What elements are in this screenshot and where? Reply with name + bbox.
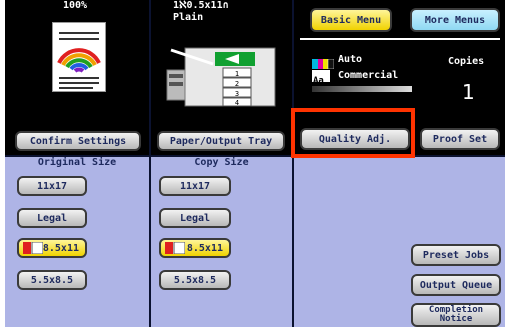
letter-paper-icon [23, 241, 44, 255]
original-size-11x17-button[interactable]: 11x17 [17, 176, 87, 196]
copy-size-legal-button[interactable]: Legal [159, 208, 231, 228]
output-queue-button[interactable]: Output Queue [411, 274, 501, 296]
original-size-legal-button[interactable]: Legal [17, 208, 87, 228]
color-mode-icon [312, 54, 335, 70]
highlight-box [291, 108, 415, 158]
paper-output-tray-button[interactable]: Paper/Output Tray [157, 131, 285, 151]
density-bar [312, 86, 412, 92]
copy-size-11x17-button[interactable]: 11x17 [159, 176, 231, 196]
svg-text:2: 2 [235, 80, 239, 88]
copier-screen: 100% Confirm Settings 1ℵ0.5x11∩ Plain 1 … [5, 0, 505, 327]
proof-set-button[interactable]: Proof Set [420, 128, 500, 150]
svg-text:Aa: Aa [313, 76, 324, 85]
letter-paper-icon [165, 241, 186, 255]
copy-size-header: Copy Size [194, 157, 249, 168]
original-size-letter-label: 8.5x11 [42, 242, 79, 254]
original-size-statement-button[interactable]: 5.5x8.5 [17, 270, 87, 290]
paper-type-label: Plain [173, 12, 204, 23]
job-panel [294, 157, 505, 327]
confirm-settings-button[interactable]: Confirm Settings [15, 131, 141, 151]
output-preview-pane: 1ℵ0.5x11∩ Plain 1 2 3 4 Paper/Output Tra… [151, 0, 292, 155]
copy-size-statement-button[interactable]: 5.5x8.5 [159, 270, 231, 290]
original-size-header: Original Size [37, 157, 117, 168]
original-size-letter-button[interactable]: 8.5x11 [17, 238, 87, 258]
svg-text:1: 1 [235, 70, 239, 78]
zoom-ratio-label: 100% [63, 0, 88, 11]
copier-tray-icon: 1 2 3 4 [165, 30, 285, 110]
image-type-label: Commercial [338, 70, 399, 81]
original-preview-pane: 100% Confirm Settings [5, 0, 149, 155]
copies-label: Copies [448, 56, 485, 67]
copy-size-letter-button[interactable]: 8.5x11 [159, 238, 231, 258]
completion-notice-button[interactable]: Completion Notice [411, 303, 501, 327]
svg-text:3: 3 [235, 90, 239, 98]
basic-menu-tab[interactable]: Basic Menu [310, 8, 392, 32]
svg-text:4: 4 [235, 99, 239, 107]
copy-size-letter-label: 8.5x11 [186, 242, 223, 254]
divider [300, 38, 500, 40]
output-size-summary: 1ℵ0.5x11∩ [173, 0, 229, 11]
color-mode-label: Auto [338, 54, 363, 65]
more-menus-tab[interactable]: More Menus [410, 8, 500, 32]
original-document-icon [52, 22, 106, 92]
image-type-icon: Aa [312, 70, 330, 86]
preset-jobs-button[interactable]: Preset Jobs [411, 244, 501, 266]
copies-count: 1 [462, 80, 475, 104]
